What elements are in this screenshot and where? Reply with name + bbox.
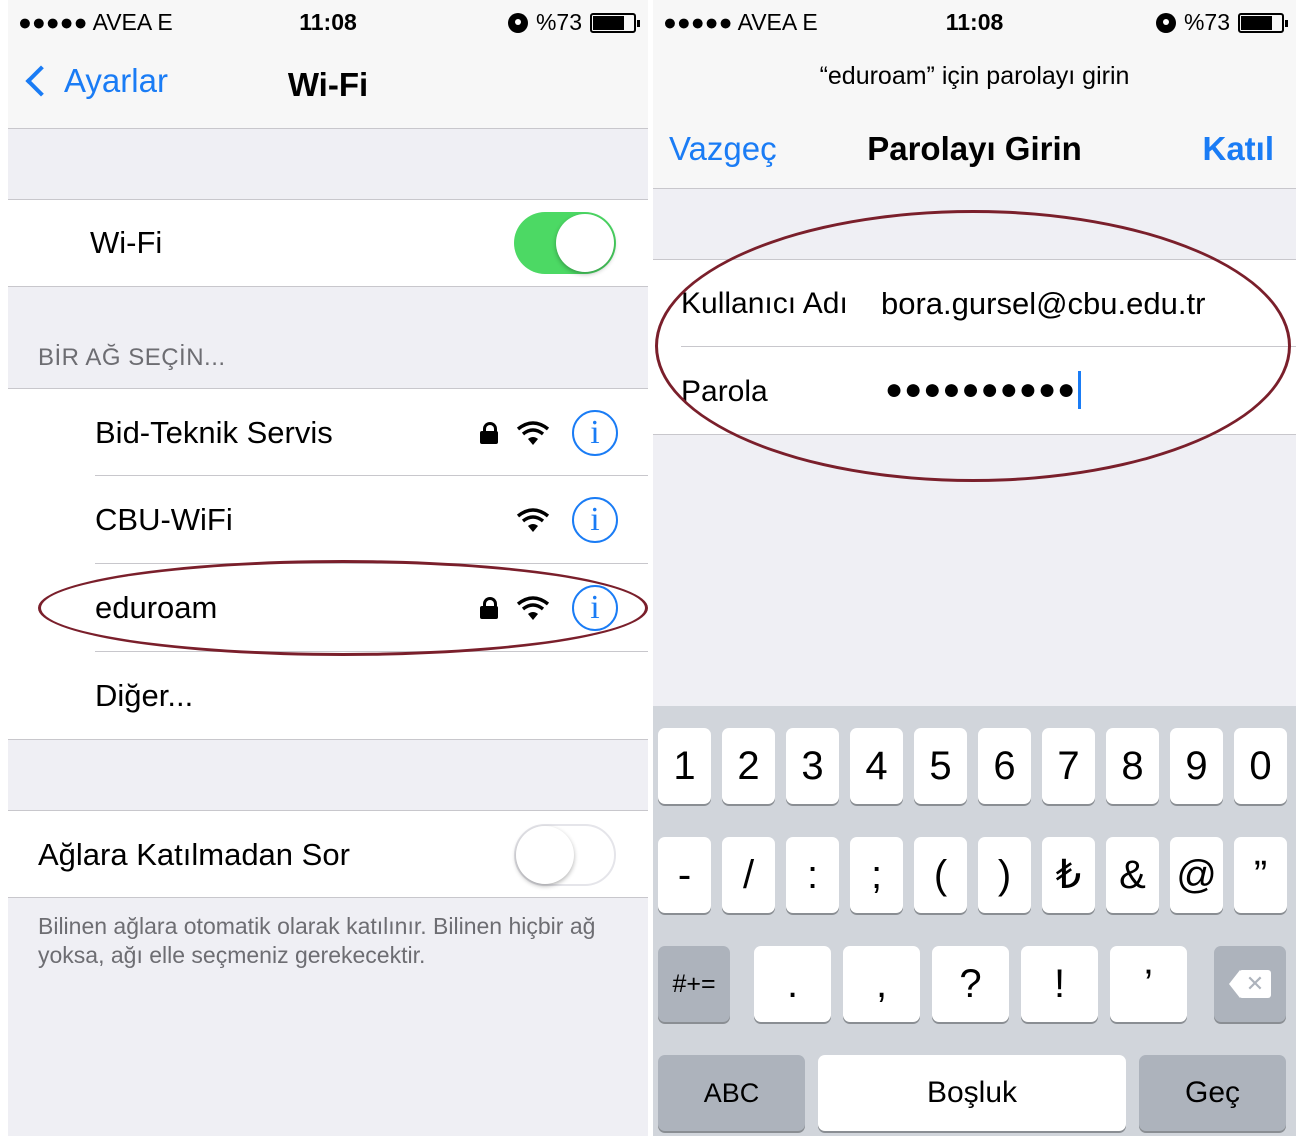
wifi-row-label: Wi-Fi <box>90 225 163 260</box>
network-row[interactable]: eduroam i <box>8 564 648 652</box>
info-icon[interactable]: i <box>572 410 618 456</box>
key-3[interactable]: 3 <box>786 728 839 804</box>
username-field[interactable]: bora.gursel@cbu.edu.tr <box>881 286 1205 322</box>
info-icon[interactable]: i <box>572 585 618 631</box>
keyboard: 1 2 3 4 5 6 7 8 9 0 - / : ; ( ) ₺ & @ ” … <box>653 706 1296 1136</box>
wifi-signal-icon <box>516 508 550 532</box>
alarm-icon <box>507 12 528 33</box>
wifi-signal-icon <box>516 421 550 445</box>
password-label: Parola <box>681 375 768 408</box>
key-close-paren[interactable]: ) <box>978 837 1031 913</box>
key-2[interactable]: 2 <box>722 728 775 804</box>
key-lira[interactable]: ₺ <box>1042 837 1095 913</box>
wifi-toggle-row: Wi-Fi <box>8 199 648 287</box>
key-9[interactable]: 9 <box>1170 728 1223 804</box>
battery-icon <box>1238 12 1288 33</box>
abc-key[interactable]: ABC <box>658 1055 805 1131</box>
key-period[interactable]: . <box>754 946 831 1022</box>
key-hyphen[interactable]: - <box>658 837 711 913</box>
info-icon[interactable]: i <box>572 497 618 543</box>
battery-percent: %73 <box>535 9 582 35</box>
page-title: Wi-Fi <box>287 66 369 103</box>
key-semicolon[interactable]: ; <box>850 837 903 913</box>
lock-icon <box>480 422 498 444</box>
password-row[interactable]: Parola ●●●●●●●●●● <box>653 347 1296 435</box>
password-value: ●●●●●●●●●● <box>885 373 1077 406</box>
backspace-key[interactable]: ✕ <box>1214 946 1286 1022</box>
ask-to-join-toggle[interactable] <box>514 824 616 886</box>
wifi-settings-screen: ●●●●● AVEA E 11:08 %73 Ayarlar Wi-Fi Wi-… <box>8 0 648 1136</box>
battery-percent: %73 <box>1183 9 1230 35</box>
join-button[interactable]: Katıl <box>1202 130 1274 168</box>
key-ampersand[interactable]: & <box>1106 837 1159 913</box>
key-1[interactable]: 1 <box>658 728 711 804</box>
ask-to-join-row: Ağlara Katılmadan Sor <box>8 810 648 898</box>
key-slash[interactable]: / <box>722 837 775 913</box>
go-key[interactable]: Geç <box>1139 1055 1286 1131</box>
status-bar: ●●●●● AVEA E 11:08 %73 <box>8 0 648 44</box>
network-name: CBU-WiFi <box>95 502 233 537</box>
space-key[interactable]: Boşluk <box>818 1055 1126 1131</box>
username-label: Kullanıcı Adı <box>681 287 848 320</box>
password-field[interactable]: ●●●●●●●●●● <box>885 371 1082 409</box>
key-quote[interactable]: ” <box>1234 837 1287 913</box>
network-row[interactable]: Bid-Teknik Servis i <box>8 388 648 476</box>
section-header: BİR AĞ SEÇİN... <box>38 344 226 371</box>
network-row[interactable]: CBU-WiFi i <box>8 476 648 564</box>
password-entry-screen: ●●●●● AVEA E 11:08 %73 “eduroam” için pa… <box>653 0 1296 1136</box>
symbols-key[interactable]: #+= <box>658 946 730 1022</box>
key-exclamation[interactable]: ! <box>1021 946 1098 1022</box>
footer-note: Bilinen ağlara otomatik olarak katılınır… <box>38 913 596 968</box>
page-title: Parolayı Girin <box>867 130 1082 167</box>
network-name: Bid-Teknik Servis <box>95 415 333 450</box>
key-question[interactable]: ? <box>932 946 1009 1022</box>
wifi-toggle[interactable] <box>514 212 616 274</box>
other-network-row[interactable]: Diğer... <box>8 652 648 740</box>
other-network-label: Diğer... <box>95 678 194 713</box>
key-8[interactable]: 8 <box>1106 728 1159 804</box>
key-colon[interactable]: : <box>786 837 839 913</box>
text-cursor <box>1078 371 1082 409</box>
key-6[interactable]: 6 <box>978 728 1031 804</box>
nav-bar: “eduroam” için parolayı girin Vazgeç Par… <box>653 44 1296 189</box>
status-bar: ●●●●● AVEA E 11:08 %73 <box>653 0 1296 44</box>
nav-bar: Ayarlar Wi-Fi <box>8 44 648 129</box>
alarm-icon <box>1155 12 1176 33</box>
key-comma[interactable]: , <box>843 946 920 1022</box>
battery-icon <box>590 12 640 33</box>
password-prompt: “eduroam” için parolayı girin <box>819 62 1130 90</box>
ask-to-join-label: Ağlara Katılmadan Sor <box>38 837 350 872</box>
key-4[interactable]: 4 <box>850 728 903 804</box>
username-row[interactable]: Kullanıcı Adı bora.gursel@cbu.edu.tr <box>653 259 1296 347</box>
key-0[interactable]: 0 <box>1234 728 1287 804</box>
wifi-signal-icon <box>516 596 550 620</box>
lock-icon <box>480 597 498 619</box>
key-7[interactable]: 7 <box>1042 728 1095 804</box>
key-5[interactable]: 5 <box>914 728 967 804</box>
key-apostrophe[interactable]: ’ <box>1110 946 1187 1022</box>
network-name: eduroam <box>95 590 218 625</box>
key-at[interactable]: @ <box>1170 837 1223 913</box>
backspace-icon: ✕ <box>1229 970 1271 998</box>
key-open-paren[interactable]: ( <box>914 837 967 913</box>
